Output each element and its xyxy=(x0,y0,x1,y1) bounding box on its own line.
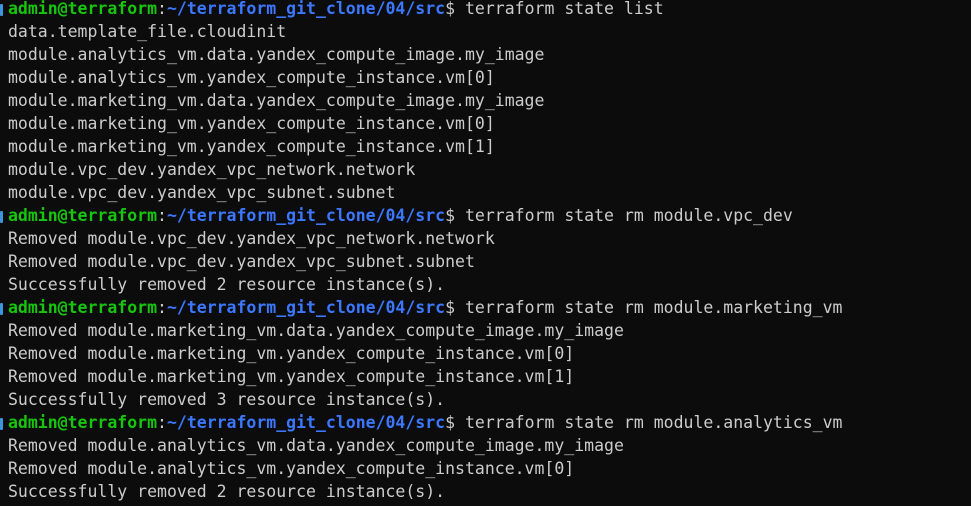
output-line: Successfully removed 2 resource instance… xyxy=(8,482,446,501)
terminal-window[interactable]: admin@terraform:~/terraform_git_clone/04… xyxy=(0,0,971,505)
output-line: Removed module.marketing_vm.yandex_compu… xyxy=(8,344,575,363)
output-line: Removed module.marketing_vm.data.yandex_… xyxy=(8,321,624,340)
prompt-path: ~/terraform_git_clone/04/src xyxy=(166,413,446,432)
prompt-user-host: admin@terraform xyxy=(8,413,158,432)
prompt-command: $ terraform state rm module.analytics_vm xyxy=(445,413,843,432)
output-line: Removed module.marketing_vm.yandex_compu… xyxy=(8,367,575,386)
output-line: Removed module.vpc_dev.yandex_vpc_subnet… xyxy=(8,252,475,271)
prompt-separator: : xyxy=(157,206,167,225)
prompt-path: ~/terraform_git_clone/04/src xyxy=(166,0,446,18)
output-line: module.vpc_dev.yandex_vpc_subnet.subnet xyxy=(8,183,396,202)
output-line: Successfully removed 3 resource instance… xyxy=(8,390,446,409)
output-line: module.vpc_dev.yandex_vpc_network.networ… xyxy=(8,160,416,179)
output-line: module.analytics_vm.yandex_compute_insta… xyxy=(8,68,495,87)
prompt-line: admin@terraform:~/terraform_git_clone/04… xyxy=(0,413,971,437)
prompt-command: $ terraform state rm module.vpc_dev xyxy=(445,206,793,225)
output-line: module.marketing_vm.yandex_compute_insta… xyxy=(8,114,495,133)
command-marker-icon[interactable] xyxy=(0,211,3,223)
command-marker-icon[interactable] xyxy=(0,303,3,315)
prompt-command: $ terraform state list xyxy=(445,0,664,18)
output-line: module.marketing_vm.data.yandex_compute_… xyxy=(8,91,545,110)
output-line: module.marketing_vm.yandex_compute_insta… xyxy=(8,137,495,156)
prompt-line: admin@terraform:~/terraform_git_clone/04… xyxy=(0,206,971,230)
prompt-user-host: admin@terraform xyxy=(8,298,158,317)
prompt-path: ~/terraform_git_clone/04/src xyxy=(166,298,446,317)
command-marker-icon[interactable] xyxy=(0,4,3,16)
prompt-separator: : xyxy=(157,298,167,317)
output-line: Removed module.analytics_vm.data.yandex_… xyxy=(8,436,624,455)
prompt-user-host: admin@terraform xyxy=(8,206,158,225)
output-line: Successfully removed 2 resource instance… xyxy=(8,275,446,294)
prompt-user-host: admin@terraform xyxy=(8,0,158,18)
prompt-command: $ terraform state rm module.marketing_vm xyxy=(445,298,843,317)
output-line: data.template_file.cloudinit xyxy=(8,22,287,41)
prompt-separator: : xyxy=(157,0,167,18)
prompt-line: admin@terraform:~/terraform_git_clone/04… xyxy=(0,0,971,23)
output-line: module.analytics_vm.data.yandex_compute_… xyxy=(8,45,545,64)
output-line: Removed module.vpc_dev.yandex_vpc_networ… xyxy=(8,229,495,248)
command-marker-icon[interactable] xyxy=(0,418,3,430)
prompt-line: admin@terraform:~/terraform_git_clone/04… xyxy=(0,298,971,322)
prompt-path: ~/terraform_git_clone/04/src xyxy=(166,206,446,225)
prompt-separator: : xyxy=(157,413,167,432)
output-line: Removed module.analytics_vm.yandex_compu… xyxy=(8,459,575,478)
